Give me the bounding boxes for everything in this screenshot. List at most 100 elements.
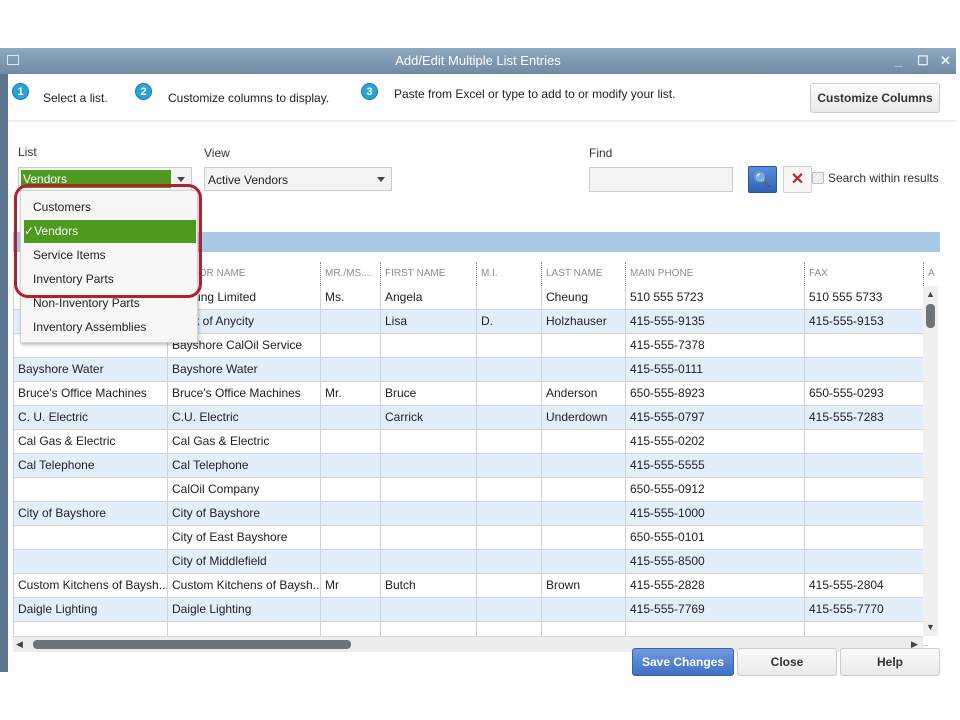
- cell-col-first-name[interactable]: Angela: [380, 286, 476, 310]
- vertical-scroll-thumb[interactable]: [926, 304, 935, 328]
- cell-col-fax[interactable]: [804, 478, 923, 502]
- cell-col-fax[interactable]: [804, 430, 923, 454]
- table-row[interactable]: City of Bayshore City of Bayshore 415-555-…: [13, 502, 928, 526]
- cell-col-mr-ms[interactable]: [320, 550, 380, 574]
- search-button[interactable]: 🔍: [748, 166, 777, 193]
- cell-col-last-name[interactable]: Holzhauser: [541, 310, 625, 334]
- cell-col-vendor-name[interactable]: City of East Bayshore: [167, 526, 320, 550]
- cell-col-fax[interactable]: [804, 454, 923, 478]
- cell-col-first-name[interactable]: [380, 598, 476, 622]
- cell-col-first-name[interactable]: [380, 334, 476, 358]
- cell-col-first-name[interactable]: [380, 478, 476, 502]
- table-row[interactable]: Cal Gas & Electric Cal Gas & Electric 415-…: [13, 430, 928, 454]
- cell-col-mi[interactable]: [476, 526, 541, 550]
- cell-col-fax[interactable]: 415-555-7283: [804, 406, 923, 430]
- cell-col-mi[interactable]: [476, 286, 541, 310]
- cell-col-main-phone[interactable]: 650-555-0101: [625, 526, 804, 550]
- table-row[interactable]: Daigle Lighting Daigle Lighting 415-555-77…: [13, 598, 928, 622]
- cell-col-last-name[interactable]: [541, 454, 625, 478]
- cell-col-mi[interactable]: [476, 550, 541, 574]
- cell-col-vendor-name[interactable]: Bayshore Water: [167, 358, 320, 382]
- cell-col-first-name[interactable]: [380, 454, 476, 478]
- table-row[interactable]: City of East Bayshore 650-555-0101: [13, 526, 928, 550]
- cell-col-account[interactable]: [13, 550, 167, 574]
- cell-col-account[interactable]: Daigle Lighting: [13, 598, 167, 622]
- cell-col-last-name[interactable]: [541, 502, 625, 526]
- cell-col-mi[interactable]: [476, 454, 541, 478]
- cell-col-mr-ms[interactable]: [320, 502, 380, 526]
- cell-col-vendor-name[interactable]: Custom Kitchens of Baysh...: [167, 574, 320, 598]
- minimize-icon[interactable]: _: [895, 48, 902, 74]
- cell-col-last-name[interactable]: Cheung: [541, 286, 625, 310]
- cell-col-account[interactable]: Bruce's Office Machines: [13, 382, 167, 406]
- cell-col-mr-ms[interactable]: [320, 358, 380, 382]
- cell-col-first-name[interactable]: Lisa: [380, 310, 476, 334]
- cell-col-main-phone[interactable]: 415-555-8500: [625, 550, 804, 574]
- horizontal-scroll-thumb[interactable]: [33, 640, 351, 649]
- cell-col-fax[interactable]: 415-555-2804: [804, 574, 923, 598]
- cell-col-mi[interactable]: [476, 406, 541, 430]
- cell-col-vendor-name[interactable]: City of Middlefield: [167, 550, 320, 574]
- find-input[interactable]: [589, 167, 733, 192]
- cell-col-mr-ms[interactable]: [320, 406, 380, 430]
- header-col-first-name[interactable]: FIRST NAME: [380, 262, 476, 286]
- scroll-up-icon[interactable]: ▲: [926, 289, 935, 299]
- cell-col-first-name[interactable]: [380, 550, 476, 574]
- cell-col-main-phone[interactable]: 510 555 5723: [625, 286, 804, 310]
- cell-col-last-name[interactable]: [541, 478, 625, 502]
- cell-col-vendor-name[interactable]: Cal Gas & Electric: [167, 430, 320, 454]
- cell-col-main-phone[interactable]: 650-555-8923: [625, 382, 804, 406]
- cell-col-first-name[interactable]: [380, 526, 476, 550]
- cell-col-main-phone[interactable]: 415-555-1000: [625, 502, 804, 526]
- menu-item-inventory-assemblies[interactable]: Inventory Assemblies: [24, 316, 196, 339]
- cell-col-account[interactable]: Cal Telephone: [13, 454, 167, 478]
- close-window-icon[interactable]: ✕: [940, 48, 951, 74]
- system-menu-icon[interactable]: [7, 55, 19, 65]
- cell-col-vendor-name[interactable]: Cal Telephone: [167, 454, 320, 478]
- cell-col-first-name[interactable]: Butch: [380, 574, 476, 598]
- cell-col-mi[interactable]: [476, 334, 541, 358]
- cell-col-mi[interactable]: [476, 358, 541, 382]
- close-button[interactable]: Close: [737, 648, 837, 676]
- cell-col-main-phone[interactable]: 415-555-0111: [625, 358, 804, 382]
- cell-col-main-phone[interactable]: 415-555-9135: [625, 310, 804, 334]
- cell-col-account[interactable]: Bayshore Water: [13, 358, 167, 382]
- cell-col-account[interactable]: [13, 478, 167, 502]
- cell-col-fax[interactable]: [804, 358, 923, 382]
- cell-col-vendor-name[interactable]: C.U. Electric: [167, 406, 320, 430]
- cell-col-mi[interactable]: [476, 382, 541, 406]
- cell-col-mr-ms[interactable]: [320, 598, 380, 622]
- cell-col-main-phone[interactable]: 415-555-5555: [625, 454, 804, 478]
- search-within-checkbox[interactable]: [812, 172, 824, 184]
- table-row[interactable]: CalOil Company 650-555-0912: [13, 478, 928, 502]
- cell-col-vendor-name[interactable]: Bruce's Office Machines: [167, 382, 320, 406]
- cell-col-vendor-name[interactable]: City of Bayshore: [167, 502, 320, 526]
- cell-col-last-name[interactable]: [541, 430, 625, 454]
- header-col-last-name[interactable]: LAST NAME: [541, 262, 625, 286]
- cell-col-main-phone[interactable]: 415-555-0202: [625, 430, 804, 454]
- cell-col-main-phone[interactable]: 415-555-7769: [625, 598, 804, 622]
- header-col-main-phone[interactable]: MAIN PHONE: [625, 262, 804, 286]
- cell-col-last-name[interactable]: [541, 550, 625, 574]
- cell-col-account[interactable]: [13, 526, 167, 550]
- customize-columns-button[interactable]: Customize Columns: [810, 83, 940, 113]
- view-dropdown[interactable]: Active Vendors: [204, 167, 392, 191]
- cell-col-mr-ms[interactable]: Mr.: [320, 382, 380, 406]
- header-col-a[interactable]: A: [923, 262, 935, 286]
- cell-col-first-name[interactable]: [380, 358, 476, 382]
- cell-col-mi[interactable]: [476, 574, 541, 598]
- header-col-mr-ms[interactable]: MR./MS....: [320, 262, 380, 286]
- scroll-left-icon[interactable]: ◀: [16, 639, 23, 650]
- cell-col-fax[interactable]: 510 555 5733: [804, 286, 923, 310]
- table-row[interactable]: Bruce's Office Machines Bruce's Office Ma…: [13, 382, 928, 406]
- cell-col-vendor-name[interactable]: Daigle Lighting: [167, 598, 320, 622]
- cell-col-account[interactable]: Custom Kitchens of Baysh...: [13, 574, 167, 598]
- cell-col-last-name[interactable]: [541, 358, 625, 382]
- header-col-fax[interactable]: FAX: [804, 262, 923, 286]
- table-row[interactable]: Custom Kitchens of Baysh... Custom Kitche…: [13, 574, 928, 598]
- cell-col-main-phone[interactable]: 415-555-0797: [625, 406, 804, 430]
- cell-col-fax[interactable]: [804, 502, 923, 526]
- cell-col-main-phone[interactable]: 415-555-2828: [625, 574, 804, 598]
- cell-col-fax[interactable]: [804, 550, 923, 574]
- scroll-down-icon[interactable]: ▼: [926, 622, 935, 632]
